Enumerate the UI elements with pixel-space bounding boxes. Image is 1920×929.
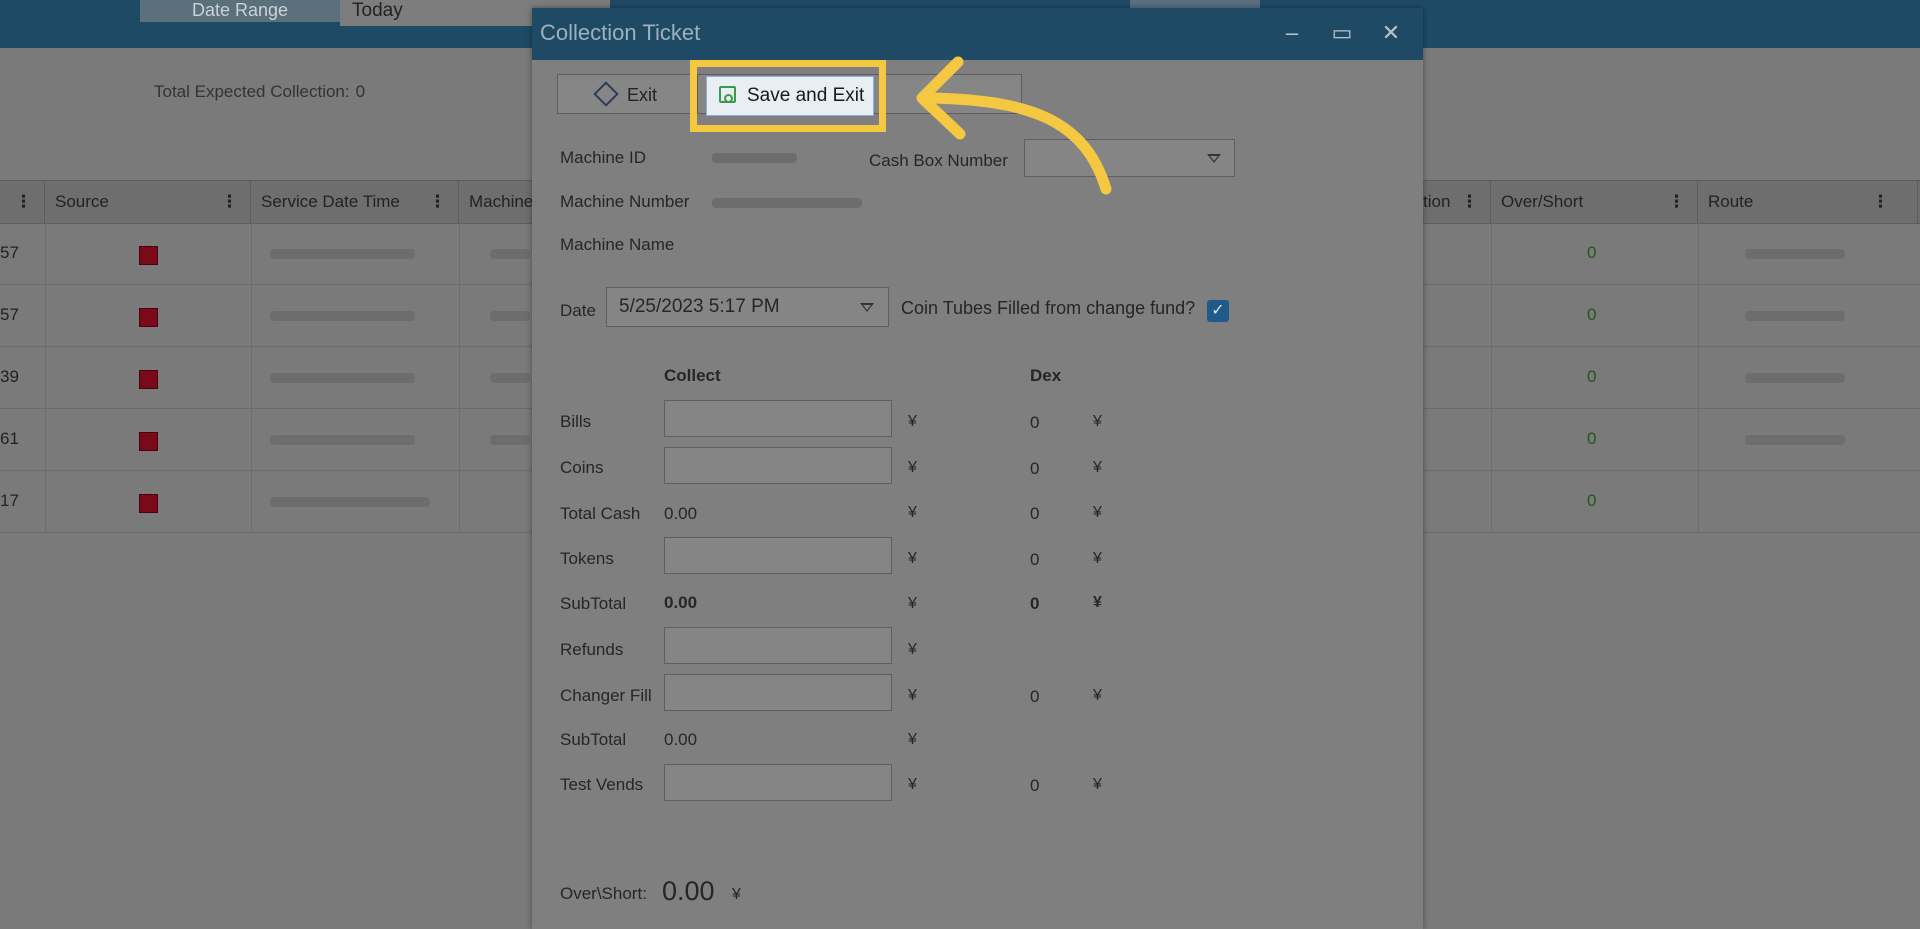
pointer-arrow: [916, 56, 1112, 195]
arrow-curve: [924, 92, 1112, 195]
